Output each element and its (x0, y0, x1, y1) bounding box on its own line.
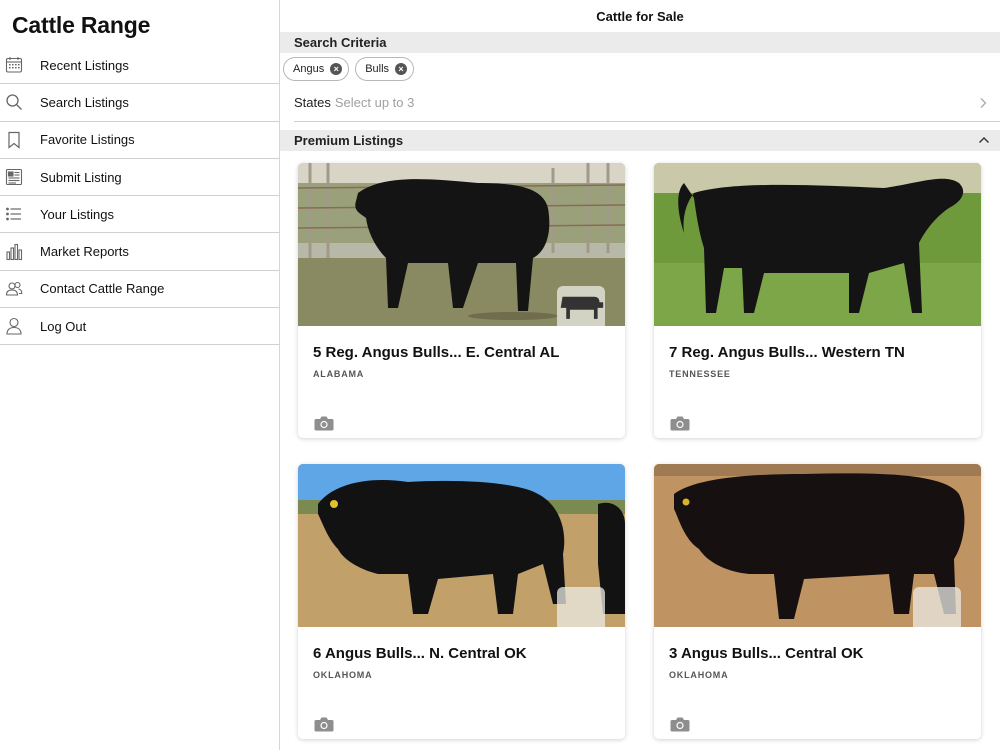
chip-label: Bulls (365, 62, 390, 75)
main-content: Cattle for Sale Search Criteria Angus × … (280, 0, 1000, 750)
sidebar-item-label: Your Listings (40, 206, 114, 222)
listing-title: 6 Angus Bulls... N. Central OK (313, 645, 527, 662)
calendar-icon (0, 56, 40, 74)
photo-badge-icon (913, 587, 961, 627)
listing-card[interactable]: 5 Reg. Angus Bulls... E. Central AL ALAB… (298, 163, 625, 438)
camera-icon[interactable] (670, 415, 690, 431)
people-icon (0, 280, 40, 298)
states-placeholder: Select up to 3 (334, 95, 415, 110)
sidebar-item-market-reports[interactable]: Market Reports (0, 233, 279, 271)
premium-listings-title: Premium Listings (294, 133, 404, 148)
listing-title: 7 Reg. Angus Bulls... Western TN (669, 344, 905, 361)
listing-state: TENNESSEE (669, 369, 731, 379)
sidebar-item-label: Search Listings (40, 94, 129, 110)
listing-title: 5 Reg. Angus Bulls... E. Central AL (313, 344, 560, 361)
camera-icon[interactable] (314, 415, 334, 431)
listing-title: 3 Angus Bulls... Central OK (669, 645, 864, 662)
sidebar-item-recent-listings[interactable]: Recent Listings (0, 47, 279, 85)
search-icon (0, 93, 40, 111)
premium-listings-header[interactable]: Premium Listings (280, 130, 1000, 151)
sidebar-item-submit-listing[interactable]: Submit Listing (0, 159, 279, 197)
sidebar-item-label: Market Reports (40, 244, 129, 260)
app-title: Cattle Range (12, 12, 151, 38)
listing-photo (298, 163, 625, 326)
sidebar-item-label: Submit Listing (40, 169, 122, 185)
listing-card[interactable]: 7 Reg. Angus Bulls... Western TN TENNESS… (654, 163, 981, 438)
chevron-right-icon (980, 98, 987, 108)
photo-badge-icon (557, 587, 605, 627)
states-label: States (294, 95, 331, 110)
listing-card[interactable]: 6 Angus Bulls... N. Central OK OKLAHOMA (298, 464, 625, 739)
remove-chip-icon[interactable]: × (395, 62, 408, 75)
bookmark-icon (0, 131, 40, 149)
listing-state: ALABAMA (313, 369, 365, 379)
remove-chip-icon[interactable]: × (330, 62, 343, 75)
listing-photo (654, 163, 981, 326)
list-icon (0, 205, 40, 223)
sidebar-item-label: Log Out (40, 318, 87, 334)
filter-chips: Angus × Bulls × (280, 53, 1000, 84)
chevron-up-icon[interactable] (978, 135, 990, 145)
search-criteria-header: Search Criteria (280, 32, 1000, 53)
camera-icon[interactable] (670, 716, 690, 732)
states-selector[interactable]: States Select up to 3 (294, 84, 1000, 122)
bar-chart-icon (0, 243, 40, 261)
sidebar-item-label: Contact Cattle Range (40, 281, 165, 297)
sidebar-item-favorite-listings[interactable]: Favorite Listings (0, 122, 279, 159)
newspaper-icon (0, 168, 40, 186)
sidebar: Cattle Range Recent Listings Search List… (0, 0, 280, 750)
sidebar-nav: Recent Listings Search Listings Favorite… (0, 47, 279, 346)
sidebar-item-contact-cattle-range[interactable]: Contact Cattle Range (0, 271, 279, 309)
premium-listings: Premium Listings (280, 130, 1000, 151)
sidebar-item-label: Recent Listings (40, 57, 129, 73)
filter-chip-angus[interactable]: Angus × (283, 56, 350, 81)
listing-card[interactable]: 3 Angus Bulls... Central OK OKLAHOMA (654, 464, 981, 739)
listing-state: OKLAHOMA (669, 670, 729, 680)
cattle-badge-icon (557, 286, 605, 326)
chip-label: Angus (293, 62, 325, 75)
sidebar-item-search-listings[interactable]: Search Listings (0, 84, 279, 122)
listing-photo (298, 464, 625, 627)
page-title: Cattle for Sale (596, 8, 684, 24)
camera-icon[interactable] (314, 716, 334, 732)
filter-chip-bulls[interactable]: Bulls × (355, 56, 415, 81)
listing-photo (654, 464, 981, 627)
sidebar-item-label: Favorite Listings (40, 132, 135, 148)
person-icon (0, 317, 40, 335)
sidebar-item-your-listings[interactable]: Your Listings (0, 196, 279, 234)
sidebar-item-log-out[interactable]: Log Out (0, 308, 279, 346)
listing-state: OKLAHOMA (313, 670, 373, 680)
